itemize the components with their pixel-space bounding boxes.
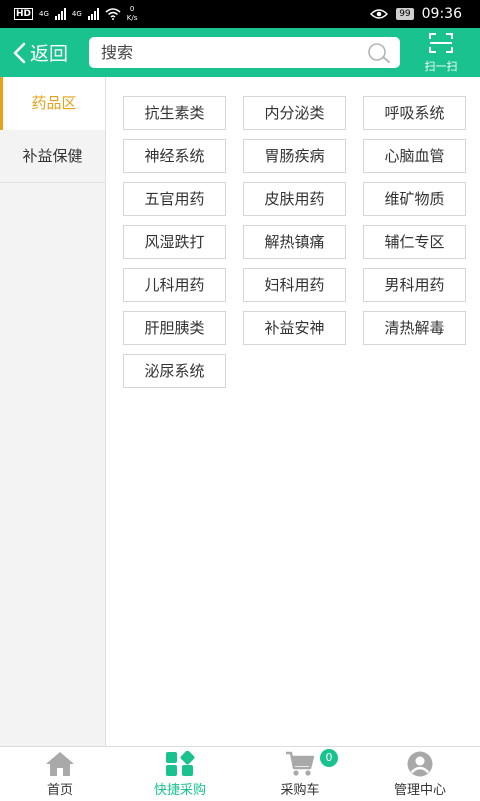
tab-cart[interactable]: 采购车 [240,747,360,801]
eye-icon [370,9,389,19]
user-icon [407,751,433,777]
category-tag[interactable]: 内分泌类 [243,96,346,130]
category-tag[interactable]: 皮肤用药 [243,182,346,216]
bottom-tab-bar: 首页 快捷采购 采购车 0 管理中心 [0,746,480,800]
category-tag[interactable]: 抗生素类 [123,96,226,130]
category-tag[interactable]: 儿科用药 [123,268,226,302]
category-tag[interactable]: 男科用药 [363,268,466,302]
scan-button[interactable]: 扫一扫 [416,28,466,77]
tab-label: 管理中心 [393,783,446,798]
tab-management-center[interactable]: 管理中心 [360,747,480,801]
category-tag[interactable]: 补益安神 [243,311,346,345]
sidebar-item-label: 药品区 [31,94,77,112]
category-tag[interactable]: 心脑血管 [363,139,466,173]
top-bar: 返回 扫一扫 [0,28,480,77]
status-time: 09:36 [421,6,462,22]
category-tag[interactable]: 风湿跌打 [123,225,226,259]
back-button[interactable]: 返回 [12,28,68,77]
wifi-icon [105,8,121,20]
signal-icon [87,8,99,20]
category-tag[interactable]: 胃肠疾病 [243,139,346,173]
scan-label: 扫一扫 [424,60,458,73]
tab-label: 采购车 [280,783,320,798]
category-tag[interactable]: 神经系统 [123,139,226,173]
sidebar-item-label: 补益保健 [22,147,83,165]
cart-icon [286,751,315,776]
sidebar-item-health-supplements[interactable]: 补益保健 [0,130,105,183]
sidebar-item-drugs[interactable]: 药品区 [0,77,105,130]
category-tag[interactable]: 五官用药 [123,182,226,216]
network-speed-unit: K/s [126,14,138,22]
hd-icon: HD [14,8,34,20]
search-box[interactable] [89,37,400,68]
category-sidebar: 药品区 补益保健 [0,77,106,746]
tab-label: 首页 [46,783,73,798]
network-type-2: 4G [71,9,82,18]
category-tag[interactable]: 妇科用药 [243,268,346,302]
back-label: 返回 [30,43,69,65]
battery-indicator: 99 [396,8,414,20]
cart-count-badge: 0 [320,749,338,767]
category-tag[interactable]: 维矿物质 [363,182,466,216]
scan-icon [429,33,453,53]
chevron-left-icon [13,42,26,63]
tab-home[interactable]: 首页 [0,747,120,801]
category-tag[interactable]: 清热解毒 [363,311,466,345]
search-input[interactable] [101,37,361,68]
category-tag[interactable]: 辅仁专区 [363,225,466,259]
tab-quick-purchase[interactable]: 快捷采购 [120,747,240,801]
signal-icon [54,8,66,20]
status-bar: HD 4G 4G 0 K/s 99 09:36 [0,0,480,28]
network-speed-value: 0 [129,5,135,13]
grid-icon [166,751,195,776]
network-type-1: 4G [39,9,49,18]
category-tag[interactable]: 呼吸系统 [363,96,466,130]
category-tag[interactable]: 解热镇痛 [243,225,346,259]
tab-label: 快捷采购 [153,783,206,798]
search-icon[interactable] [367,42,391,64]
category-tag[interactable]: 泌尿系统 [123,354,226,388]
network-speed: 0 K/s [127,5,138,23]
home-icon [46,752,74,776]
category-grid: 抗生素类 内分泌类 呼吸系统 神经系统 胃肠疾病 心脑血管 五官用药 皮肤用药 … [123,96,468,388]
category-tag[interactable]: 肝胆胰类 [123,311,226,345]
